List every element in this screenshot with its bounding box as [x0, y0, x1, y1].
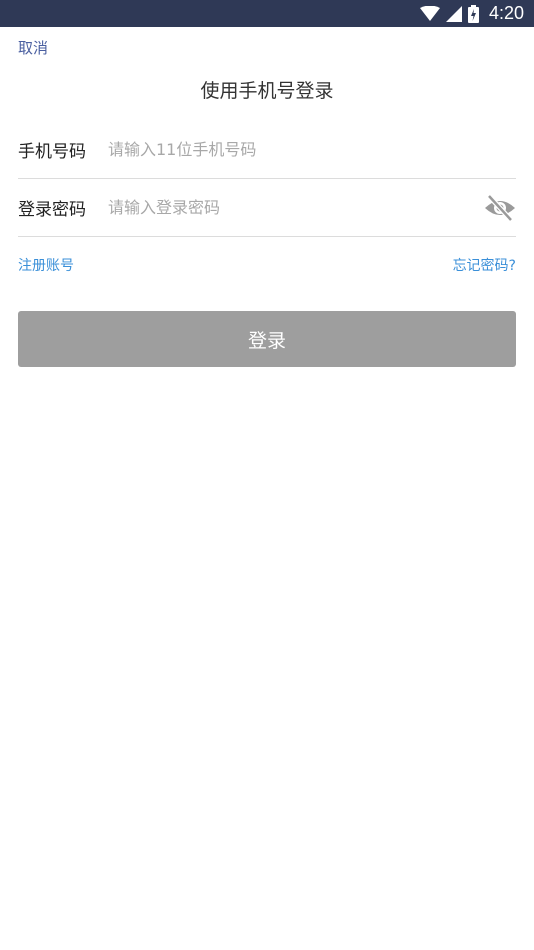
eye-off-icon[interactable]: [482, 191, 516, 225]
password-input[interactable]: [108, 198, 482, 217]
password-label: 登录密码: [18, 200, 86, 220]
phone-row: 手机号码: [18, 121, 516, 179]
auth-links: 注册账号 忘记密码?: [18, 255, 516, 275]
battery-icon: [467, 4, 479, 23]
login-button[interactable]: 登录: [18, 311, 516, 367]
cellular-signal-icon: [445, 5, 462, 22]
register-link[interactable]: 注册账号: [18, 255, 74, 275]
status-time: 4:20: [488, 3, 524, 23]
status-icons: 4:20: [419, 2, 524, 25]
password-row: 登录密码: [18, 179, 516, 237]
phone-label: 手机号码: [18, 142, 86, 162]
page-title: 使用手机号登录: [200, 80, 334, 102]
wifi-icon: [419, 5, 440, 22]
forgot-password-link[interactable]: 忘记密码?: [453, 255, 516, 275]
phone-input[interactable]: [108, 140, 516, 159]
status-bar: 4:20: [0, 0, 534, 27]
cancel-button[interactable]: 取消: [18, 37, 48, 58]
